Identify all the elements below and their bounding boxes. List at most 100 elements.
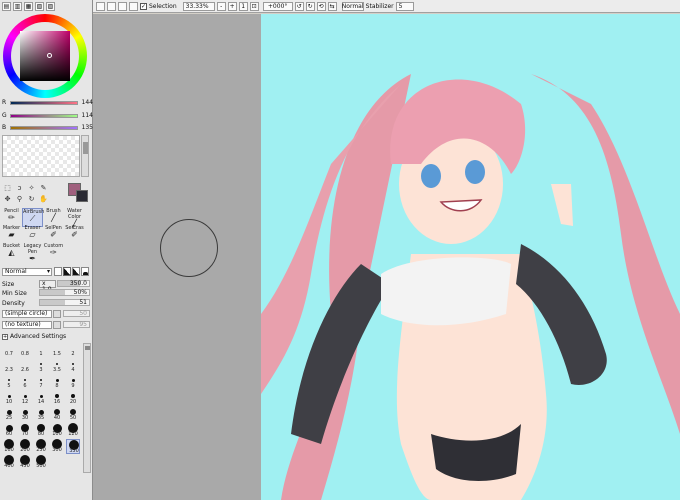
size-preset[interactable]: 3.5 (50, 359, 64, 374)
scratchpad-scrollbar[interactable] (81, 135, 89, 177)
size-preset[interactable]: 3 (34, 359, 48, 374)
texture-chevron-icon[interactable] (53, 321, 61, 329)
tip-flat-icon[interactable] (54, 267, 62, 276)
size-preset[interactable]: 100 (50, 423, 64, 438)
size-multiplier[interactable]: x 1.0 (39, 280, 56, 293)
size-preset[interactable]: 0.7 (2, 343, 16, 358)
tool-eraser[interactable]: Eraser ▱ (22, 225, 43, 244)
size-preset[interactable]: 2 (66, 343, 80, 358)
tool-seleras[interactable]: SelEras ✐ (64, 225, 85, 244)
layout-icon-3[interactable]: ▦ (24, 2, 33, 11)
size-preset[interactable]: 12 (18, 391, 32, 406)
size-preset[interactable]: 250 (34, 439, 48, 454)
size-preset[interactable]: 160 (2, 439, 16, 454)
size-preset[interactable]: 25 (2, 407, 16, 422)
flip-icon[interactable]: ⇆ (327, 1, 337, 11)
hand-icon[interactable]: ✋ (39, 194, 48, 203)
red-slider[interactable] (10, 100, 78, 105)
size-slider[interactable]: 350.0 (57, 280, 90, 287)
size-preset[interactable]: 70 (18, 423, 32, 438)
scratchpad[interactable] (2, 135, 80, 177)
tool-marker[interactable]: Marker ▰ (1, 225, 22, 244)
color-picker-marker[interactable] (47, 53, 52, 58)
size-preset[interactable]: 14 (34, 391, 48, 406)
size-preset[interactable]: 2.3 (2, 359, 16, 374)
move-icon[interactable]: ✥ (3, 194, 12, 203)
tool-legacy-pen[interactable]: Legacy Pen ✒ (22, 243, 43, 263)
layout-icon-5[interactable]: ▨ (46, 2, 55, 11)
layout-icon[interactable]: ▤ (2, 2, 11, 11)
size-preset[interactable]: 9 (66, 375, 80, 390)
size-preset[interactable]: 350 (66, 439, 80, 454)
size-preset[interactable]: 20 (66, 391, 80, 406)
zoom-field[interactable]: 33.33% (182, 1, 215, 11)
tool-selpen[interactable]: SelPen ✐ (43, 225, 64, 244)
size-preset[interactable]: 16 (50, 391, 64, 406)
green-slider[interactable] (10, 113, 78, 118)
shape-select[interactable]: (simple circle) (2, 310, 52, 318)
presets-scrollbar[interactable] (83, 343, 91, 473)
blue-slider[interactable] (10, 125, 78, 130)
size-preset[interactable]: 400 (2, 455, 16, 470)
size-preset[interactable]: 40 (50, 407, 64, 422)
tool-bucket[interactable]: Bucket ◭ (1, 243, 22, 262)
blend-mode-field[interactable]: Normal (341, 1, 364, 11)
zoom-in-icon[interactable]: + (227, 1, 237, 11)
size-preset[interactable]: 35 (34, 407, 48, 422)
rotation-field[interactable]: +000° (262, 1, 293, 11)
size-preset[interactable]: 500 (34, 455, 48, 470)
density-slider[interactable]: 51 (39, 299, 90, 306)
new-icon[interactable] (96, 1, 105, 11)
size-preset[interactable]: 7 (34, 375, 48, 390)
selection-checkbox[interactable]: ✓ (140, 2, 147, 10)
advanced-settings-toggle[interactable]: + Advanced Settings (2, 333, 66, 340)
zoom-icon[interactable]: ⚲ (15, 194, 24, 203)
layout-icon-2[interactable]: ▥ (13, 2, 22, 11)
texture-select[interactable]: (no texture) (2, 321, 52, 329)
size-preset[interactable]: 80 (34, 423, 48, 438)
zoom-reset-icon[interactable]: 1 (238, 1, 248, 11)
magic-wand-icon[interactable]: ✧ (27, 183, 36, 192)
min-size-slider[interactable]: 50% (39, 289, 90, 296)
size-preset[interactable]: 5 (2, 375, 16, 390)
zoom-fit-icon[interactable]: ⊡ (249, 1, 259, 11)
size-preset[interactable]: 300 (50, 439, 64, 454)
rect-select-icon[interactable]: ⬚ (3, 183, 12, 192)
size-preset[interactable]: 6 (18, 375, 32, 390)
size-preset[interactable]: 30 (18, 407, 32, 422)
canvas[interactable] (261, 14, 680, 500)
secondary-color-swatch[interactable] (76, 190, 88, 202)
size-preset[interactable]: 60 (2, 423, 16, 438)
size-preset[interactable]: 0.8 (18, 343, 32, 358)
open-icon[interactable] (107, 1, 116, 11)
eyedropper-icon[interactable]: ✎ (39, 183, 48, 192)
saturation-value-square[interactable] (20, 31, 70, 81)
texture-strength-slider[interactable]: 95 (63, 321, 90, 328)
rotate-reset-icon[interactable]: ⟲ (316, 1, 326, 11)
shape-chevron-icon[interactable] (53, 310, 61, 318)
stabilizer-select[interactable]: 5 (395, 1, 414, 11)
shape-strength-slider[interactable]: 50 (63, 310, 90, 317)
size-preset[interactable]: 50 (66, 407, 80, 422)
tip-hard-icon[interactable] (81, 267, 89, 276)
zoom-out-icon[interactable]: - (216, 1, 226, 11)
size-preset[interactable]: 4 (66, 359, 80, 374)
rotate-left-icon[interactable]: ↺ (294, 1, 304, 11)
size-preset[interactable]: 1 (34, 343, 48, 358)
tip-soft-icon[interactable] (63, 267, 71, 276)
undo-icon[interactable] (129, 1, 138, 11)
size-preset[interactable]: 450 (18, 455, 32, 470)
save-icon[interactable] (118, 1, 127, 11)
lasso-icon[interactable]: ↄ (15, 183, 24, 192)
tip-medium-icon[interactable] (72, 267, 80, 276)
size-preset[interactable]: 120 (66, 423, 80, 438)
size-preset[interactable]: 8 (50, 375, 64, 390)
size-preset[interactable]: 200 (18, 439, 32, 454)
size-preset[interactable]: 10 (2, 391, 16, 406)
size-preset[interactable]: 1.5 (50, 343, 64, 358)
rotate-right-icon[interactable]: ↻ (305, 1, 315, 11)
size-preset[interactable]: 2.6 (18, 359, 32, 374)
layout-icon-4[interactable]: ▧ (35, 2, 44, 11)
color-wheel[interactable] (3, 14, 87, 98)
rotate-icon[interactable]: ↻ (27, 194, 36, 203)
